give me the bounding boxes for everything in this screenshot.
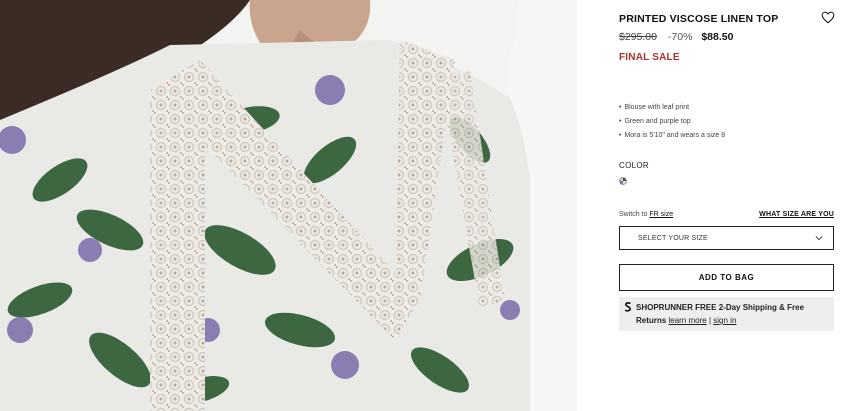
price-row: $295.00 -70% $88.50 [619,31,733,43]
shoprunner-logo-icon [624,302,631,312]
discount-percent: -70% [667,31,693,43]
size-select-placeholder: SELECT YOUR SIZE [638,235,708,242]
sale-price: $88.50 [701,31,734,43]
shoprunner-links: Returns learn more | sign in [636,316,736,325]
product-photo-illustration [0,0,577,411]
shoprunner-brand: SHOPRUNNER [636,303,693,312]
shoprunner-banner: SHOPRUNNER FREE 2-Day Shipping & Free Re… [619,297,834,331]
final-sale-label: FINAL SALE [619,52,680,63]
shoprunner-returns: Returns [636,316,667,325]
size-select[interactable]: SELECT YOUR SIZE [619,226,834,250]
feature-item: Mora is 5'10" and wears a size 8 [619,129,725,143]
feature-item: Green and purple top [619,115,725,129]
add-to-bag-button[interactable]: ADD TO BAG [619,264,834,291]
multicolor-swatch-icon[interactable] [619,177,627,185]
color-label: COLOR [619,161,649,170]
heart-icon[interactable] [821,11,835,24]
product-title: PRINTED VISCOSE LINEN TOP [619,13,779,25]
feature-list: Blouse with leaf print Green and purple … [619,101,725,143]
product-image[interactable] [0,0,577,411]
product-detail-panel: PRINTED VISCOSE LINEN TOP $295.00 -70% $… [619,0,835,411]
fr-size-link[interactable]: FR size [649,211,673,218]
size-switch: Switch to FR size [619,211,673,218]
size-switch-prefix: Switch to [619,211,648,218]
shoprunner-offer: SHOPRUNNER FREE 2-Day Shipping & Free [636,303,804,312]
sign-in-link[interactable]: sign in [713,316,736,325]
original-price: $295.00 [619,31,657,43]
feature-item: Blouse with leaf print [619,101,725,115]
link-separator: | [708,316,712,325]
chevron-down-icon [815,236,823,241]
shoprunner-offer-text: FREE 2-Day Shipping & Free [695,303,805,312]
learn-more-link[interactable]: learn more [668,316,706,325]
size-guide-link[interactable]: WHAT SIZE ARE YOU [759,211,834,218]
